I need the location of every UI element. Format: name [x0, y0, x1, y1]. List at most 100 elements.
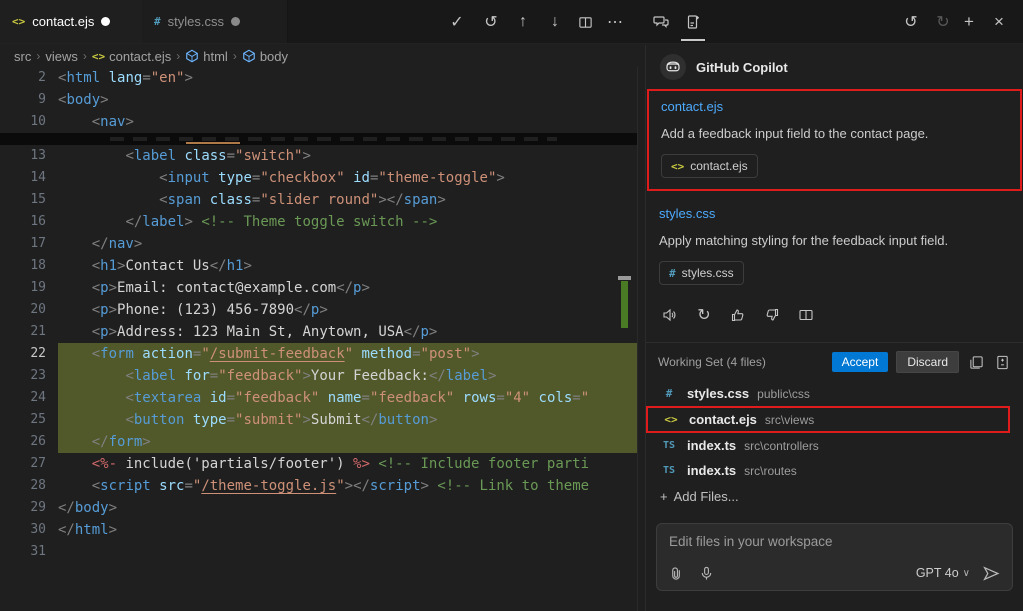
code-line[interactable]: 31	[0, 541, 645, 563]
more-actions-icon[interactable]: ⋯	[604, 11, 626, 33]
modified-dot[interactable]	[101, 17, 110, 26]
obscured-code	[0, 133, 637, 145]
read-aloud-icon[interactable]	[660, 305, 680, 325]
chevron-right-icon: ›	[233, 49, 237, 63]
line-number: 23	[0, 365, 46, 387]
save-all-icon[interactable]	[967, 353, 985, 371]
code-editor[interactable]: 2<html lang="en">9<body>10 <nav> 13 <labe…	[0, 67, 645, 611]
code-line[interactable]: 28 <script src="/theme-toggle.js"></scri…	[0, 475, 645, 497]
close-icon[interactable]: ×	[988, 11, 1010, 33]
code-line[interactable]: 15 <span class="slider round"></span>	[0, 189, 645, 211]
css-file-icon: #	[659, 387, 679, 400]
code-line[interactable]: 9<body>	[0, 89, 645, 111]
code-text: <textarea id="feedback" name="feedback" …	[58, 387, 637, 409]
code-text: </nav>	[58, 233, 637, 255]
thumbs-down-icon[interactable]	[762, 305, 782, 325]
working-set-file-index-ts[interactable]: TSindex.tssrc\controllers	[646, 433, 1023, 458]
breadcrumb-item[interactable]: views	[45, 49, 78, 64]
symbol-element-icon	[242, 49, 256, 63]
file-chip-contact-ejs[interactable]: <> contact.ejs	[661, 154, 758, 178]
code-line[interactable]: 30 </html>	[0, 519, 645, 541]
code-line[interactable]: 27 <%- include('partials/footer') %> <!-…	[0, 453, 645, 475]
symbol-element-icon	[185, 49, 199, 63]
file-link-contact-ejs[interactable]: contact.ejs	[661, 99, 1008, 114]
code-line[interactable]: 20 <p>Phone: (123) 456-7890</p>	[0, 299, 645, 321]
line-number: 22	[0, 343, 46, 365]
working-set-file-contact-ejs[interactable]: <>contact.ejssrc\views	[646, 406, 1010, 433]
code-text: <p>Phone: (123) 456-7890</p>	[58, 299, 637, 321]
chevron-right-icon: ›	[83, 49, 87, 63]
discard-changes-icon[interactable]: ↺	[480, 11, 502, 33]
ejs-file-icon: <>	[12, 15, 25, 28]
working-set-files: #styles.csspublic\css<>contact.ejssrc\vi…	[646, 381, 1023, 483]
redo-icon[interactable]: ↻	[932, 11, 954, 33]
line-number: 17	[0, 233, 46, 255]
code-line[interactable]: 21 <p>Address: 123 Main St, Anytown, USA…	[0, 321, 645, 343]
scrollbar-thumb-cap[interactable]	[618, 276, 631, 280]
code-line[interactable]: 18 <h1>Contact Us</h1>	[0, 255, 645, 277]
discard-button[interactable]: Discard	[896, 351, 959, 373]
undo-icon[interactable]: ↺	[900, 11, 922, 33]
next-change-icon[interactable]: ↓	[544, 11, 566, 33]
tab-contact-ejs[interactable]: <> contact.ejs	[0, 0, 142, 43]
code-line[interactable]: 13 <label class="switch">	[0, 145, 645, 167]
code-obscured-line[interactable]	[0, 133, 645, 145]
code-line[interactable]: 10 <nav>	[0, 111, 645, 133]
code-line[interactable]: 16 </label> <!-- Theme toggle switch -->	[0, 211, 645, 233]
line-number: 9	[0, 89, 46, 111]
new-session-icon[interactable]: +	[958, 11, 980, 33]
send-icon[interactable]	[982, 564, 1000, 582]
code-line[interactable]: 24 <textarea id="feedback" name="feedbac…	[0, 387, 645, 409]
code-text: </form>	[58, 431, 637, 453]
overview-ruler-added-marker	[621, 281, 628, 328]
compare-changes-icon[interactable]	[993, 353, 1011, 371]
add-files-button[interactable]: + Add Files...	[646, 483, 1023, 504]
code-text: <h1>Contact Us</h1>	[58, 255, 637, 277]
split-editor-icon[interactable]	[574, 11, 596, 33]
file-path: src\controllers	[744, 439, 819, 453]
modified-dot[interactable]	[231, 17, 240, 26]
code-line[interactable]: 26 </form>	[0, 431, 645, 453]
model-picker[interactable]: GPT 4o ∨	[916, 566, 970, 580]
chevron-right-icon: ›	[36, 49, 40, 63]
file-name: index.ts	[687, 438, 736, 453]
code-line[interactable]: 23 <label for="feedback">Your Feedback:<…	[0, 365, 645, 387]
breadcrumb-item-file[interactable]: <> contact.ejs	[92, 49, 171, 64]
chat-input[interactable]: Edit files in your workspace GPT 4o ∨	[656, 523, 1013, 591]
ts-file-icon: TS	[659, 465, 679, 476]
code-text: </label> <!-- Theme toggle switch -->	[58, 211, 637, 233]
code-line[interactable]: 22 <form action="/submit-feedback" metho…	[0, 343, 645, 365]
comments-icon[interactable]	[650, 11, 672, 33]
code-line[interactable]: 2<html lang="en">	[0, 67, 645, 89]
file-link-styles-css[interactable]: styles.css	[659, 206, 1010, 221]
code-line[interactable]: 17 </nav>	[0, 233, 645, 255]
working-set-file-styles-css[interactable]: #styles.csspublic\css	[646, 381, 1023, 406]
code-line[interactable]: 25 <button type="submit">Submit</button>	[0, 409, 645, 431]
breadcrumb-item-body[interactable]: body	[242, 49, 288, 64]
line-number: 14	[0, 167, 46, 189]
attach-icon[interactable]	[667, 564, 685, 582]
thumbs-up-icon[interactable]	[728, 305, 748, 325]
copilot-edits-icon[interactable]	[682, 11, 704, 33]
working-set-file-index-ts[interactable]: TSindex.tssrc\routes	[646, 458, 1023, 483]
code-line[interactable]: 19 <p>Email: contact@example.com</p>	[0, 277, 645, 299]
code-text: <nav>	[58, 111, 637, 133]
tab-styles-css[interactable]: # styles.css	[142, 0, 288, 43]
breadcrumb-item-html[interactable]: html	[185, 49, 228, 64]
panel-title: GitHub Copilot	[696, 60, 788, 75]
code-text: </html>	[58, 519, 637, 541]
code-text: <label class="switch">	[58, 145, 637, 167]
accept-button[interactable]: Accept	[832, 352, 889, 372]
microphone-icon[interactable]	[697, 564, 715, 582]
editor-topbar: <> contact.ejs # styles.css ✓ ↺ ↑ ↓ ⋯ ↺ …	[0, 0, 1023, 44]
breadcrumb-item[interactable]: src	[14, 49, 31, 64]
retry-icon[interactable]: ↻	[694, 305, 714, 325]
code-line[interactable]: 29</body>	[0, 497, 645, 519]
code-line[interactable]: 14 <input type="checkbox" id="theme-togg…	[0, 167, 645, 189]
tab-label: contact.ejs	[32, 14, 94, 29]
file-chip-styles-css[interactable]: # styles.css	[659, 261, 744, 285]
accept-changes-icon[interactable]: ✓	[446, 11, 468, 33]
previous-change-icon[interactable]: ↑	[512, 11, 534, 33]
report-issue-icon[interactable]	[796, 305, 816, 325]
line-number: 30	[0, 519, 46, 541]
